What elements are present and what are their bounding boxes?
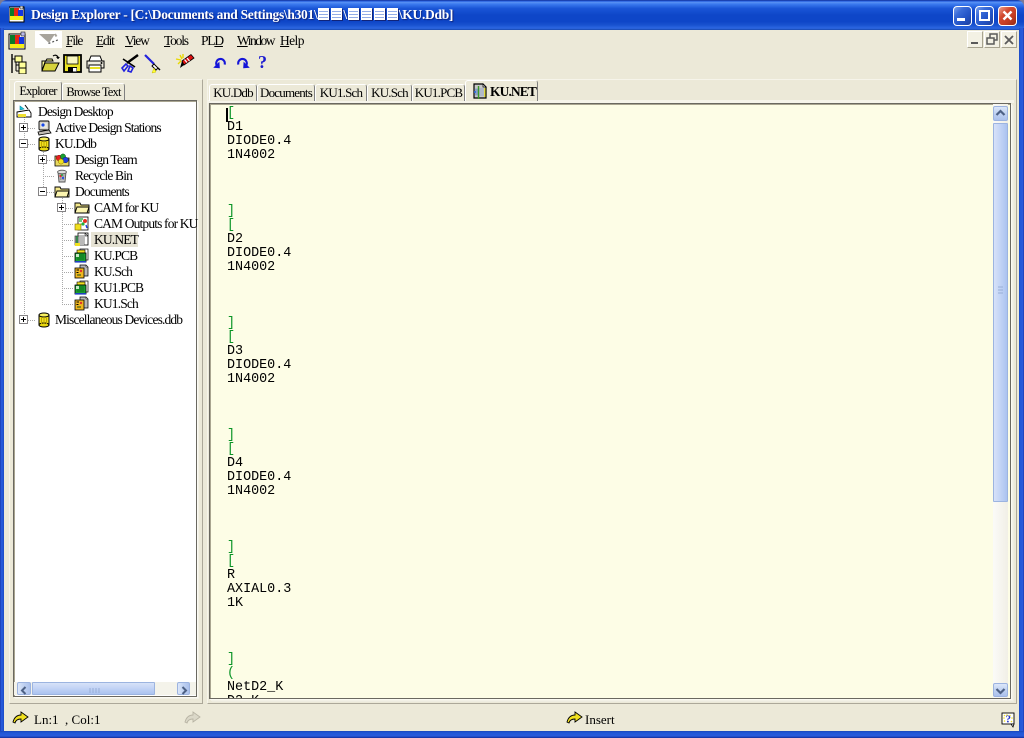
svg-text:?: ? bbox=[1006, 714, 1012, 726]
